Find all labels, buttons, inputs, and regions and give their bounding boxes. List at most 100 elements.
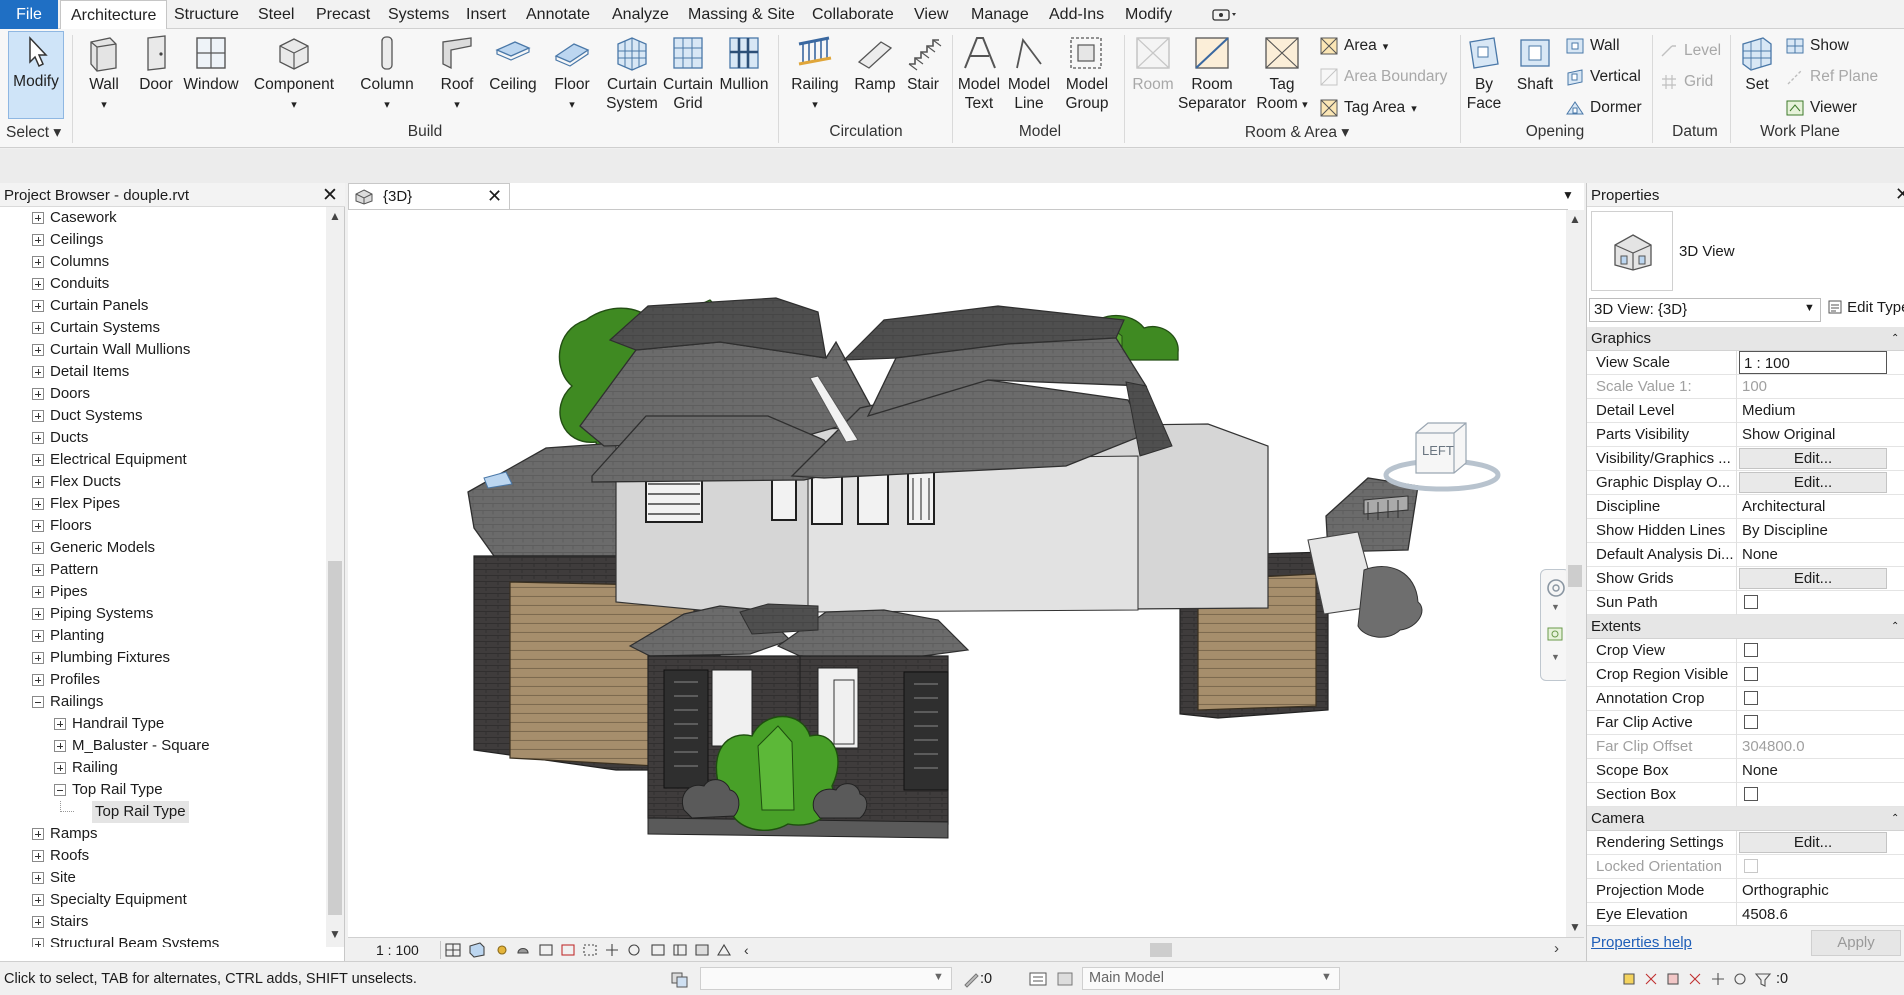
room-area-group-dropdown[interactable]: Room & Area ▾ [1232, 123, 1362, 142]
design-options-icon[interactable] [1028, 970, 1048, 988]
expand-icon[interactable] [32, 300, 44, 312]
expand-icon[interactable] [32, 674, 44, 686]
tree-item[interactable]: Electrical Equipment [0, 449, 326, 471]
expand-icon[interactable] [32, 366, 44, 378]
expand-icon[interactable] [32, 498, 44, 510]
tree-item[interactable]: Ramps [0, 823, 326, 845]
chevron-down-icon[interactable]: ▼ [1551, 652, 1560, 662]
scroll-down-icon[interactable]: ▼ [329, 927, 341, 941]
model-text-button[interactable]: Model Text [952, 34, 1006, 113]
tree-item[interactable]: Profiles [0, 669, 326, 691]
section-camera[interactable]: Camera ⌃ [1587, 807, 1904, 831]
property-value[interactable]: Architectural [1738, 495, 1903, 519]
tree-item[interactable]: Pattern [0, 559, 326, 581]
expand-icon[interactable] [32, 388, 44, 400]
tree-item[interactable]: Pipes [0, 581, 326, 603]
project-browser-scrollbar[interactable]: ▲ ▼ [326, 207, 344, 947]
tree-item[interactable]: Curtain Systems [0, 317, 326, 339]
tree-item[interactable]: Structural Beam Systems [0, 933, 326, 947]
edit-button[interactable]: Edit... [1739, 832, 1887, 853]
steering-wheel-icon[interactable] [1546, 578, 1566, 598]
area-boundary-button[interactable]: Area Boundary [1320, 68, 1447, 86]
collapse-section-icon[interactable]: ⌃ [1891, 615, 1899, 639]
property-value[interactable]: Medium [1738, 399, 1903, 423]
tree-item[interactable]: Duct Systems [0, 405, 326, 427]
property-value[interactable]: None [1738, 543, 1903, 567]
property-checkbox[interactable] [1744, 595, 1758, 609]
property-checkbox[interactable] [1744, 787, 1758, 801]
modify-button[interactable]: Modify [8, 31, 64, 119]
edit-type-button[interactable]: Edit Type [1827, 299, 1904, 321]
view-vertical-scrollbar[interactable]: ▲ ▼ [1566, 210, 1584, 937]
expand-icon[interactable] [32, 916, 44, 928]
expand-icon[interactable] [32, 564, 44, 576]
tree-item[interactable]: Detail Items [0, 361, 326, 383]
collapse-section-icon[interactable]: ⌃ [1891, 807, 1899, 831]
expand-icon[interactable] [32, 454, 44, 466]
select-group-dropdown[interactable]: Select ▾ [6, 123, 66, 142]
tree-item[interactable]: Piping Systems [0, 603, 326, 625]
expand-icon[interactable] [32, 850, 44, 862]
scroll-down-icon[interactable]: ▼ [1569, 920, 1581, 934]
room-separator-button[interactable]: Room Separator [1176, 34, 1248, 113]
tree-item[interactable]: Planting [0, 625, 326, 647]
tree-item[interactable]: Generic Models [0, 537, 326, 559]
dormer-button[interactable]: Dormer [1566, 99, 1642, 117]
by-face-button[interactable]: By Face [1462, 34, 1506, 113]
floor-button[interactable]: Floor ▾ [546, 34, 598, 115]
expand-icon[interactable] [32, 630, 44, 642]
view-scale-control[interactable]: 1 : 100 [376, 942, 419, 958]
section-extents[interactable]: Extents ⌃ [1587, 615, 1904, 639]
expand-icon[interactable] [32, 234, 44, 246]
shaft-button[interactable]: Shaft [1510, 34, 1560, 94]
property-checkbox[interactable] [1744, 643, 1758, 657]
edit-button[interactable]: Edit... [1739, 568, 1887, 589]
model-icon[interactable] [1056, 970, 1076, 988]
tab-systems[interactable]: Systems [388, 0, 449, 29]
wall-opening-button[interactable]: Wall [1566, 37, 1620, 55]
mullion-button[interactable]: Mullion [716, 34, 772, 94]
tree-item[interactable]: Casework [0, 207, 326, 229]
view-tab-3d[interactable]: {3D} ✕ [348, 183, 510, 209]
collapse-icon[interactable] [54, 784, 66, 796]
property-input[interactable]: 1 : 100 [1739, 351, 1887, 374]
curtain-grid-button[interactable]: Curtain Grid [662, 34, 714, 113]
tab-add-ins[interactable]: Add-Ins [1049, 0, 1104, 29]
expand-icon[interactable] [32, 542, 44, 554]
room-button[interactable]: Room [1128, 34, 1178, 94]
expand-icon[interactable] [54, 762, 66, 774]
expand-icon[interactable] [32, 476, 44, 488]
chevron-down-icon[interactable]: ▼ [1551, 602, 1560, 612]
show-work-plane-button[interactable]: Show [1786, 37, 1849, 55]
property-value[interactable]: Show Original [1738, 423, 1903, 447]
collapse-icon[interactable] [32, 696, 44, 708]
component-button[interactable]: Component ▾ [252, 34, 336, 115]
tree-item[interactable]: Curtain Panels [0, 295, 326, 317]
workset-dropdown[interactable]: ▼ [700, 967, 952, 990]
tab-annotate[interactable]: Annotate [526, 0, 590, 29]
collapse-section-icon[interactable]: ⌃ [1891, 327, 1899, 351]
expand-icon[interactable] [32, 322, 44, 334]
railing-button[interactable]: Railing ▾ [786, 34, 844, 115]
property-checkbox[interactable] [1744, 715, 1758, 729]
tag-area-button[interactable]: Tag Area ▾ [1320, 99, 1417, 117]
tab-precast[interactable]: Precast [316, 0, 370, 29]
door-button[interactable]: Door [134, 34, 178, 94]
expand-icon[interactable] [32, 432, 44, 444]
property-value[interactable]: By Discipline [1738, 519, 1903, 543]
section-graphics[interactable]: Graphics ⌃ [1587, 327, 1904, 351]
expand-icon[interactable] [32, 520, 44, 532]
tab-insert[interactable]: Insert [466, 0, 506, 29]
tree-item[interactable]: Conduits [0, 273, 326, 295]
tab-architecture[interactable]: Architecture [60, 0, 168, 30]
area-button[interactable]: Area ▾ [1320, 37, 1388, 55]
stair-button[interactable]: Stair [900, 34, 946, 94]
expand-icon[interactable] [32, 608, 44, 620]
tab-structure[interactable]: Structure [174, 0, 239, 29]
tree-item[interactable]: Top Rail Type [0, 801, 326, 823]
instance-selector[interactable]: 3D View: {3D} ▼ [1589, 298, 1821, 322]
apply-button[interactable]: Apply [1811, 930, 1901, 956]
tab-manage[interactable]: Manage [971, 0, 1029, 29]
tree-item[interactable]: Stairs [0, 911, 326, 933]
level-button[interactable]: Level [1660, 42, 1721, 60]
